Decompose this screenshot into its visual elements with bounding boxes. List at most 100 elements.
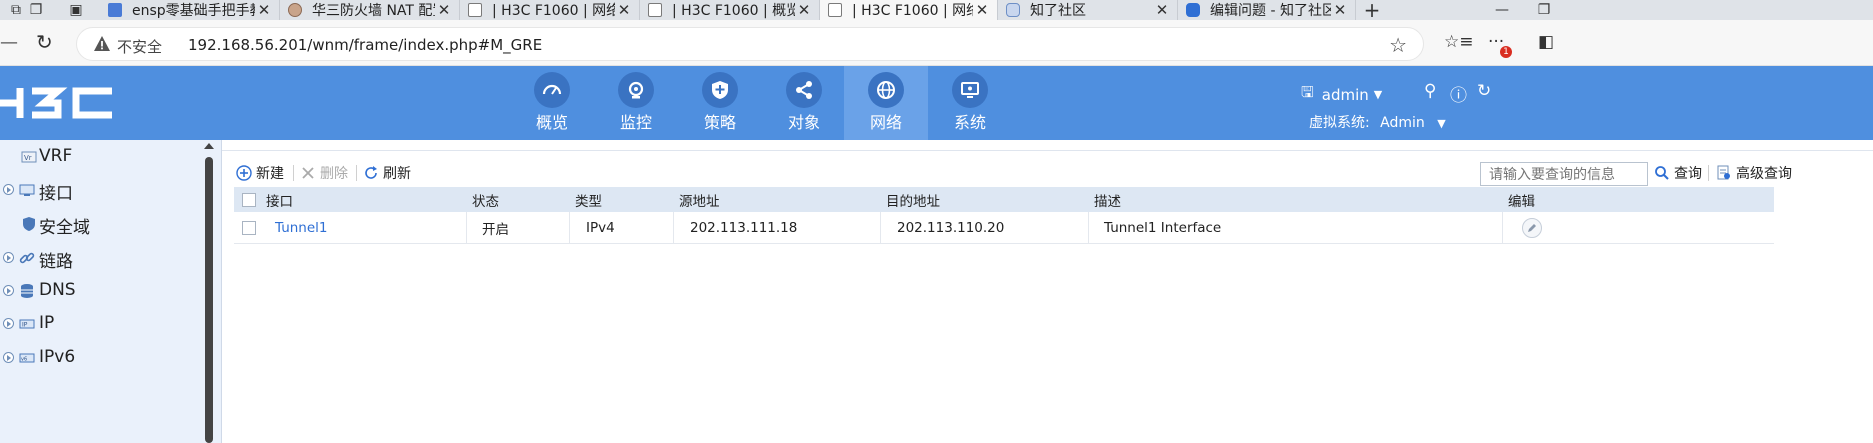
new-tab-button[interactable]: + xyxy=(1358,0,1386,22)
advanced-search-label: 高级查询 xyxy=(1736,166,1792,182)
tab-label: ensp零基础手把手教 xyxy=(132,3,255,19)
nav-item-policy[interactable]: 策略 xyxy=(678,66,762,140)
browser-tab-active[interactable]: | H3C F1060 | 网络|V ✕ xyxy=(820,0,998,20)
browser-tab[interactable]: | H3C F1060 | 网络|V ✕ xyxy=(460,0,640,20)
table-row[interactable]: Tunnel1 开启 IPv4 202.113.111.18 202.113.1… xyxy=(234,212,1774,244)
save-icon[interactable]: 🖫 xyxy=(1301,82,1314,107)
search-button[interactable]: 查询 xyxy=(1654,160,1702,186)
tab-actions-icon[interactable]: ▣ xyxy=(62,0,90,20)
column-header-destination[interactable]: 目的地址 xyxy=(886,187,940,212)
column-header-status[interactable]: 状态 xyxy=(472,187,499,212)
workspaces-icon[interactable]: ❐ xyxy=(22,0,50,20)
close-icon[interactable]: ✕ xyxy=(255,1,273,19)
column-header-type[interactable]: 类型 xyxy=(575,187,602,212)
column-header-source[interactable]: 源地址 xyxy=(679,187,720,212)
warning-icon[interactable] xyxy=(93,35,111,53)
browser-tab[interactable]: 华三防火墙 NAT 配置 ✕ xyxy=(280,0,460,20)
nav-item-monitor[interactable]: 监控 xyxy=(594,66,678,140)
restore-icon[interactable]: ❐ xyxy=(1530,0,1558,20)
refresh-icon[interactable]: ↻ xyxy=(1477,81,1491,101)
close-icon[interactable]: ✕ xyxy=(973,1,991,19)
column-header-edit: 编辑 xyxy=(1508,193,1535,210)
close-icon[interactable]: ✕ xyxy=(1331,1,1349,19)
address-bar[interactable]: 不安全 192.168.56.201/wnm/frame/index.php#M… xyxy=(76,27,1424,61)
minimize-icon[interactable]: — xyxy=(1488,0,1516,20)
vrf-icon: Vr xyxy=(21,151,37,163)
interface-link[interactable]: Tunnel1 xyxy=(275,212,328,244)
page-icon xyxy=(648,3,662,17)
search-icon[interactable]: ⚲ xyxy=(1424,81,1436,101)
expand-icon[interactable] xyxy=(3,252,14,263)
nav-item-system[interactable]: 系统 xyxy=(928,66,1012,140)
expand-icon[interactable] xyxy=(3,352,14,363)
virtual-system-selector[interactable]: 虚拟系统: Admin ▼ xyxy=(1309,112,1446,132)
scroll-up-icon[interactable] xyxy=(204,143,214,149)
monitor-icon xyxy=(952,72,988,108)
sidebar-item-link[interactable]: 链路 xyxy=(0,243,200,273)
favorites-icon[interactable]: ☆≡ xyxy=(1444,32,1473,52)
sidebar-item-security-zone[interactable]: 安全域 xyxy=(0,209,200,239)
expand-icon[interactable] xyxy=(3,184,14,195)
url-text[interactable]: 192.168.56.201/wnm/frame/index.php#M_GRE xyxy=(188,36,542,54)
scrollbar-thumb[interactable] xyxy=(205,157,213,443)
destination-address-cell: 202.113.110.20 xyxy=(897,220,1005,236)
search-input[interactable] xyxy=(1480,162,1648,186)
browser-tab[interactable]: | H3C F1060 | 概览 ✕ xyxy=(640,0,820,20)
sidebar-item-ip[interactable]: IP IP xyxy=(0,309,200,339)
delete-button[interactable]: 删除 xyxy=(300,160,348,186)
expand-icon[interactable] xyxy=(3,318,14,329)
back-icon[interactable]: — xyxy=(0,32,18,53)
app-header: 概览 监控 策略 对象 网络 系统 🖫 admin ▼ ⚲ ⓘ ↻ 虚拟系统: … xyxy=(0,66,1873,140)
sidebar-item-label: VRF xyxy=(39,146,73,166)
nav-item-object[interactable]: 对象 xyxy=(762,66,846,140)
divider xyxy=(222,150,1873,151)
zhiliao-icon xyxy=(1186,3,1200,17)
browser-tab[interactable]: 知了社区 ✕ xyxy=(998,0,1178,20)
row-checkbox[interactable] xyxy=(242,212,256,244)
shield-icon xyxy=(23,217,35,231)
search-icon xyxy=(1655,166,1669,180)
search-button-label: 查询 xyxy=(1674,166,1702,182)
add-icon xyxy=(236,165,252,181)
sidebar-item-label: 安全域 xyxy=(39,218,90,238)
new-button-label: 新建 xyxy=(256,166,284,182)
edit-button[interactable] xyxy=(1522,212,1542,244)
nav-item-overview[interactable]: 概览 xyxy=(510,66,594,140)
browser-tab[interactable]: 编辑问题 - 知了社区 ✕ xyxy=(1178,0,1356,20)
advanced-search-icon xyxy=(1717,165,1730,180)
close-icon[interactable]: ✕ xyxy=(615,1,633,19)
chevron-down-icon: ▼ xyxy=(1437,117,1446,130)
sidebar-item-vrf[interactable]: Vr VRF xyxy=(0,142,200,172)
sidebar-item-ipv6[interactable]: v6 IPv6 xyxy=(0,343,200,373)
sidebar-toggle-icon[interactable]: ◧ xyxy=(1538,32,1554,52)
user-menu[interactable]: 🖫 admin ▼ xyxy=(1301,82,1382,107)
refresh-button[interactable]: 刷新 xyxy=(363,160,411,186)
delete-button-label: 删除 xyxy=(320,166,348,182)
h3c-logo xyxy=(0,87,112,119)
nav-label: 监控 xyxy=(619,113,652,132)
new-button[interactable]: 新建 xyxy=(236,160,284,186)
sidebar-item-dns[interactable]: DNS xyxy=(0,276,200,306)
browser-tab[interactable]: ensp零基础手把手教 ✕ xyxy=(100,0,280,20)
expand-icon[interactable] xyxy=(3,285,14,296)
column-header-description[interactable]: 描述 xyxy=(1094,187,1121,212)
svg-text:IP: IP xyxy=(22,322,28,329)
sidebar-item-interface[interactable]: 接口 xyxy=(0,175,200,205)
close-icon[interactable]: ✕ xyxy=(1153,1,1171,19)
nav-item-network[interactable]: 网络 xyxy=(844,66,928,140)
select-all-checkbox[interactable] xyxy=(242,187,256,212)
address-bar-row: — ↻ 不安全 192.168.56.201/wnm/frame/index.p… xyxy=(0,20,1873,66)
toolbar: 新建 删除 刷新 xyxy=(236,160,1566,186)
advanced-search-button[interactable]: 高级查询 xyxy=(1716,160,1792,186)
reload-icon[interactable]: ↻ xyxy=(36,30,53,54)
favorite-star-icon[interactable]: ☆ xyxy=(1389,33,1407,57)
close-icon[interactable]: ✕ xyxy=(795,1,813,19)
shield-icon xyxy=(702,72,738,108)
tab-label: 华三防火墙 NAT 配置 xyxy=(312,3,435,19)
camera-icon xyxy=(618,72,654,108)
column-header-interface[interactable]: 接口 xyxy=(266,187,293,212)
close-icon[interactable]: ✕ xyxy=(435,1,453,19)
help-icon[interactable]: ⓘ xyxy=(1450,81,1467,106)
interface-icon xyxy=(19,184,35,196)
column-divider xyxy=(1502,212,1503,244)
